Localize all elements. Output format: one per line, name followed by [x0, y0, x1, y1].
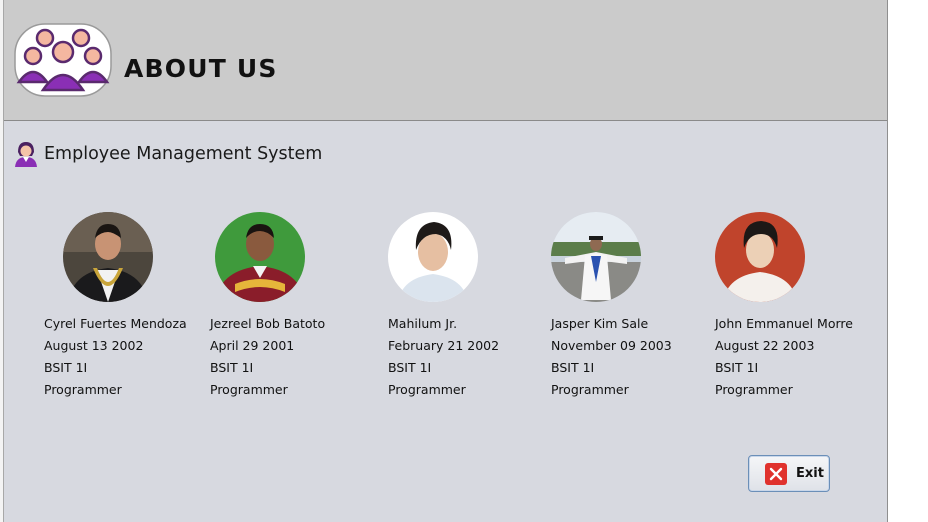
member-photo-avatar: [388, 212, 478, 302]
member-birthday: August 22 2003: [715, 338, 815, 353]
member-birthday: April 29 2001: [210, 338, 295, 353]
member-birthday: August 13 2002: [44, 338, 144, 353]
page-title: ABOUT US: [124, 54, 278, 83]
member-photo-avatar: [551, 212, 641, 302]
system-subtitle: Employee Management System: [44, 144, 323, 164]
about-us-window: ABOUT US Employee Management System Cyre…: [4, 0, 888, 522]
member-name: John Emmanuel Morre: [715, 316, 853, 331]
exit-button-label: Exit: [796, 466, 824, 481]
employee-icon: [15, 142, 37, 167]
member-role: Programmer: [44, 382, 122, 397]
member-section: BSIT 1I: [44, 360, 88, 375]
member-role: Programmer: [551, 382, 629, 397]
member-photo-avatar: [715, 212, 805, 302]
member-section: BSIT 1I: [210, 360, 254, 375]
member-photo-avatar: [215, 212, 305, 302]
member-photo-avatar: [63, 212, 153, 302]
member-name: Jezreel Bob Batoto: [210, 316, 326, 331]
member-role: Programmer: [715, 382, 793, 397]
member-info: Cyrel Fuertes Mendoza August 13 2002 BSI…: [44, 313, 187, 401]
member-info: Jasper Kim Sale November 09 2003 BSIT 1I…: [551, 313, 672, 401]
member-birthday: November 09 2003: [551, 338, 672, 353]
member-info: John Emmanuel Morre August 22 2003 BSIT …: [715, 313, 853, 401]
member-role: Programmer: [388, 382, 466, 397]
member-name: Cyrel Fuertes Mendoza: [44, 316, 187, 331]
member-section: BSIT 1I: [388, 360, 432, 375]
member-info: Mahilum Jr. February 21 2002 BSIT 1I Pro…: [388, 313, 499, 401]
member-section: BSIT 1I: [551, 360, 595, 375]
header-bar: ABOUT US: [4, 0, 887, 121]
member-name: Jasper Kim Sale: [551, 316, 649, 331]
member-section: BSIT 1I: [715, 360, 759, 375]
exit-button[interactable]: Exit: [748, 455, 830, 492]
team-group-icon: [14, 23, 112, 97]
member-info: Jezreel Bob Batoto April 29 2001 BSIT 1I…: [210, 313, 325, 401]
close-x-icon: [765, 462, 787, 485]
member-birthday: February 21 2002: [388, 338, 500, 353]
member-name: Mahilum Jr.: [388, 316, 458, 331]
member-role: Programmer: [210, 382, 288, 397]
